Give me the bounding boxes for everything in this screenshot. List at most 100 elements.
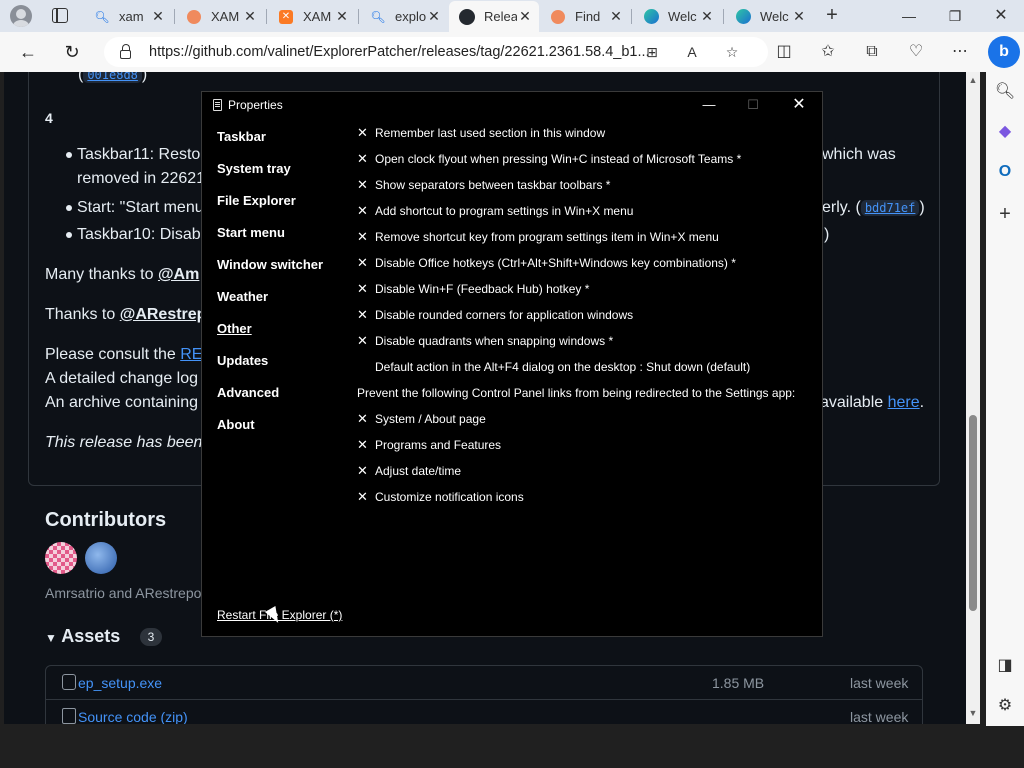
nav-item-about[interactable]: About — [217, 417, 255, 432]
close-tab-icon[interactable]: ✕ — [334, 8, 350, 25]
app-available-icon[interactable]: ⊞ — [642, 42, 662, 62]
contributor-avatar[interactable] — [85, 542, 117, 574]
asset-size: 1.85 MB — [712, 675, 765, 691]
add-sidebar-app-icon[interactable]: + — [993, 202, 1017, 226]
option-system-about[interactable]: ✕ System / About page — [357, 411, 486, 427]
refresh-icon[interactable]: ↻ — [60, 40, 84, 64]
option-clock-flyout[interactable]: ✕ Open clock flyout when pressing Win+C i… — [357, 151, 741, 167]
nav-item-file-explorer[interactable]: File Explorer — [217, 193, 296, 208]
option-adjust-datetime[interactable]: ✕ Adjust date/time — [357, 463, 461, 479]
tab-divider — [358, 9, 359, 24]
commit-sha-link[interactable]: bdd71ef — [860, 200, 920, 216]
nav-item-system-tray[interactable]: System tray — [217, 161, 291, 176]
archive-tail-text: available — [820, 394, 884, 411]
option-notification-icons[interactable]: ✕ Customize notification icons — [357, 489, 524, 505]
close-tab-icon[interactable]: ✕ — [517, 8, 533, 25]
mention-link[interactable]: @Am — [158, 266, 199, 283]
option-feedback-hub-hotkey[interactable]: ✕ Disable Win+F (Feedback Hub) hotkey * — [357, 281, 589, 297]
option-winx-shortcut[interactable]: ✕ Add shortcut to program settings in Win… — [357, 203, 633, 219]
contributor-avatar[interactable] — [45, 542, 77, 574]
close-tab-icon[interactable]: ✕ — [150, 8, 166, 25]
favorites-icon[interactable]: ✩ — [816, 40, 840, 64]
nav-item-advanced[interactable]: Advanced — [217, 385, 279, 400]
close-tab-icon[interactable]: ✕ — [426, 8, 442, 25]
close-tab-icon[interactable]: ✕ — [791, 8, 807, 25]
option-rounded-corners[interactable]: ✕ Disable rounded corners for application… — [357, 307, 633, 323]
option-remember-section[interactable]: ✕ Remember last used section in this wind… — [357, 125, 605, 141]
scroll-thumb[interactable] — [969, 415, 977, 611]
consult-prefix: Please consult the — [45, 346, 176, 363]
nav-item-start-menu[interactable]: Start menu — [217, 225, 285, 240]
option-snap-quadrants[interactable]: ✕ Disable quadrants when snapping windows… — [357, 333, 613, 349]
tab-find[interactable]: Find ✕ — [540, 3, 630, 30]
tab-xampp-1[interactable]: XAM ✕ — [176, 3, 264, 30]
dialog-close-button[interactable]: ✕ — [784, 94, 814, 116]
split-screen-icon[interactable]: ◫ — [772, 40, 796, 64]
asset-name-link[interactable]: ep_setup.exe — [78, 675, 162, 691]
more-options-icon[interactable]: ⋯ — [948, 40, 972, 64]
option-label: Show separators between taskbar toolbars… — [375, 178, 611, 192]
asset-row[interactable]: Source code (zip) last week — [46, 699, 922, 724]
option-office-hotkeys[interactable]: ✕ Disable Office hotkeys (Ctrl+Alt+Shift+… — [357, 255, 736, 271]
properties-window-icon — [213, 99, 222, 111]
checkmark-x-icon: ✕ — [357, 229, 368, 244]
scroll-down-arrow-icon[interactable]: ▼ — [968, 708, 978, 718]
option-label: Adjust date/time — [375, 464, 462, 478]
nav-item-updates[interactable]: Updates — [217, 353, 268, 368]
scroll-up-arrow-icon[interactable]: ▲ — [968, 75, 978, 85]
back-arrow-icon[interactable]: ← — [16, 40, 40, 64]
read-aloud-icon[interactable]: A — [682, 42, 702, 62]
tab-github-releases[interactable]: Relea ✕ — [449, 1, 539, 32]
asset-row[interactable]: ep_setup.exe 1.85 MB last week — [46, 666, 922, 699]
hide-sidebar-icon[interactable]: ◨ — [993, 654, 1017, 678]
nav-item-other[interactable]: Other — [217, 321, 252, 336]
option-label: System / About page — [375, 412, 486, 426]
sidebar-settings-icon[interactable]: ⚙ — [993, 694, 1017, 718]
here-link[interactable]: here — [888, 394, 920, 411]
tab-xampp-search[interactable]: 🔍︎ xam ✕ — [84, 3, 172, 30]
control-panel-section-header: Prevent the following Control Panel link… — [357, 386, 796, 400]
browser-essentials-icon[interactable]: ♡ — [904, 40, 928, 64]
option-programs-features[interactable]: ✕ Programs and Features — [357, 437, 501, 453]
tab-xampp-2[interactable]: ✕ XAM ✕ — [268, 3, 356, 30]
dialog-minimize-button[interactable]: — — [694, 94, 724, 116]
close-window-button[interactable]: ✕ — [978, 4, 1024, 28]
option-toolbar-separators[interactable]: ✕ Show separators between taskbar toolbar… — [357, 177, 610, 193]
new-tab-button[interactable]: + — [820, 4, 844, 27]
outlook-icon[interactable]: O — [993, 160, 1017, 184]
url-text[interactable]: https://github.com/valinet/ExplorerPatch… — [149, 44, 650, 60]
asset-name-link[interactable]: Source code (zip) — [78, 709, 188, 724]
assets-toggle[interactable]: ▼ Assets — [45, 626, 120, 647]
tab-edge-welcome-1[interactable]: Welc ✕ — [633, 3, 721, 30]
page-scrollbar[interactable]: ▲ ▼ — [966, 72, 980, 724]
search-icon[interactable]: 🔍︎ — [993, 80, 1017, 104]
profile-avatar-icon[interactable] — [10, 5, 32, 27]
option-altf4-default-action[interactable]: Default action in the Alt+F4 dialog on t… — [357, 359, 750, 375]
option-remove-shortcut-key[interactable]: ✕ Remove shortcut key from program settin… — [357, 229, 719, 245]
tab-edge-welcome-2[interactable]: Welc ✕ — [725, 3, 813, 30]
xampp-icon — [186, 9, 202, 25]
nav-item-taskbar[interactable]: Taskbar — [217, 129, 266, 144]
tab-title: Relea — [484, 9, 517, 24]
commit-sha-link[interactable]: 001e8d8 — [83, 72, 142, 83]
dialog-maximize-button[interactable]: ☐ — [738, 94, 768, 116]
nav-item-window-switcher[interactable]: Window switcher — [217, 257, 323, 272]
shopping-icon[interactable]: ◆ — [993, 120, 1017, 144]
nav-item-weather[interactable]: Weather — [217, 289, 268, 304]
tab-actions-icon[interactable] — [52, 8, 68, 23]
collections-icon[interactable]: ⧉ — [860, 40, 884, 64]
archive-tail-dot: . — [919, 394, 925, 411]
address-bar[interactable]: https://github.com/valinet/ExplorerPatch… — [104, 37, 768, 67]
archive-line: An archive containing — [45, 394, 198, 411]
close-tab-icon[interactable]: ✕ — [608, 8, 624, 25]
copilot-icon[interactable]: b — [988, 36, 1020, 68]
tab-explorer-search[interactable]: 🔍︎ explo ✕ — [360, 3, 448, 30]
close-tab-icon[interactable]: ✕ — [242, 8, 258, 25]
minimize-window-button[interactable]: — — [886, 4, 932, 28]
favorite-star-icon[interactable]: ☆ — [722, 42, 742, 62]
restore-window-button[interactable]: ❐ — [932, 4, 978, 28]
tab-divider — [631, 9, 632, 24]
lock-icon[interactable] — [120, 44, 131, 59]
bullet-text-tail: erly. (bdd71ef) — [822, 199, 925, 217]
close-tab-icon[interactable]: ✕ — [699, 8, 715, 25]
